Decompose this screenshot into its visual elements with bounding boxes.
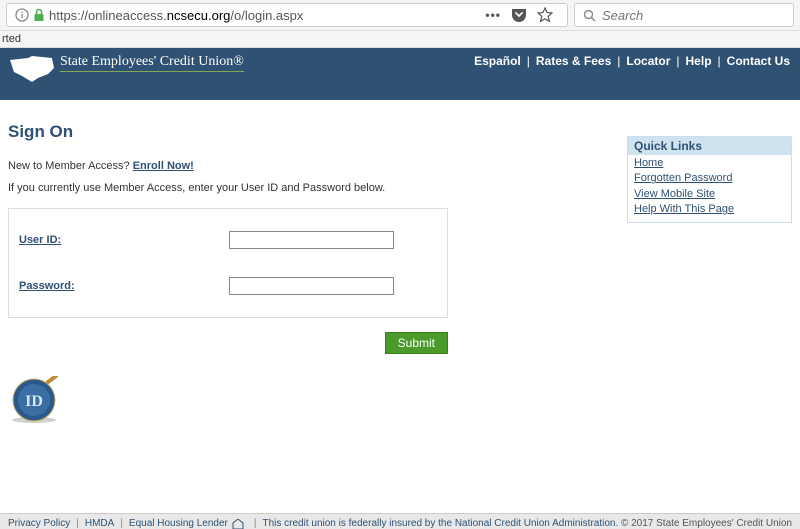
ql-help-page[interactable]: Help With This Page	[634, 202, 785, 217]
enroll-link[interactable]: Enroll Now!	[133, 160, 194, 172]
login-form: User ID: Password:	[8, 208, 448, 318]
user-id-input[interactable]	[229, 231, 394, 249]
lock-icon	[33, 8, 45, 22]
quick-links: Quick Links Home Forgotten Password View…	[627, 136, 792, 223]
id-protection-badge[interactable]: ID	[8, 376, 58, 422]
nav-locator[interactable]: Locator	[626, 54, 670, 68]
page-title: Sign On	[8, 122, 607, 142]
url-bar[interactable]: https://onlineaccess.ncsecu.org/o/login.…	[6, 3, 568, 27]
more-icon[interactable]: •••	[485, 8, 501, 22]
ql-mobile-site[interactable]: View Mobile Site	[634, 187, 785, 202]
header-nav: Español| Rates & Fees| Locator| Help| Co…	[474, 54, 790, 68]
pocket-icon[interactable]	[511, 8, 527, 22]
browser-toolbar: https://onlineaccess.ncsecu.org/o/login.…	[0, 0, 800, 31]
nav-contact[interactable]: Contact Us	[727, 54, 790, 68]
ql-forgotten-password[interactable]: Forgotten Password	[634, 171, 785, 186]
site-header: State Employees' Credit Union® Español| …	[0, 48, 800, 100]
ql-home[interactable]: Home	[634, 156, 785, 171]
footer: Privacy Policy| HMDA| Equal Housing Lend…	[0, 513, 800, 529]
bookmark-toolbar-fragment: rted	[0, 31, 800, 48]
star-icon[interactable]	[537, 7, 553, 23]
main-column: Sign On New to Member Access? Enroll Now…	[8, 112, 607, 422]
nav-espanol[interactable]: Español	[474, 54, 521, 68]
quick-links-header: Quick Links	[628, 137, 791, 155]
search-icon	[583, 9, 596, 22]
footer-hmda[interactable]: HMDA	[85, 518, 114, 529]
brand[interactable]: State Employees' Credit Union®	[8, 54, 244, 82]
password-label-link[interactable]: Password:	[19, 280, 75, 292]
ehl-icon	[228, 519, 248, 529]
logo-icon	[8, 54, 56, 82]
brand-text: State Employees' Credit Union®	[60, 54, 244, 72]
user-id-label: User ID:	[19, 234, 229, 246]
nav-rates[interactable]: Rates & Fees	[536, 54, 611, 68]
password-label: Password:	[19, 280, 229, 292]
browser-search-input[interactable]	[602, 8, 785, 23]
footer-disclosure: This credit union is federally insured b…	[263, 518, 619, 529]
url-text: https://onlineaccess.ncsecu.org/o/login.…	[49, 8, 475, 23]
nav-help[interactable]: Help	[686, 54, 712, 68]
footer-copyright: © 2017 State Employees' Credit Union	[621, 518, 792, 529]
user-id-label-link[interactable]: User ID:	[19, 234, 61, 246]
footer-privacy[interactable]: Privacy Policy	[8, 518, 70, 529]
enroll-prompt: New to Member Access? Enroll Now!	[8, 160, 607, 172]
svg-text:ID: ID	[25, 393, 43, 410]
password-input[interactable]	[229, 277, 394, 295]
submit-button[interactable]: Submit	[385, 332, 448, 354]
footer-ehl[interactable]: Equal Housing Lender	[129, 518, 228, 529]
instructions: If you currently use Member Access, ente…	[8, 182, 607, 194]
info-icon[interactable]	[15, 8, 29, 22]
browser-search[interactable]	[574, 3, 794, 27]
